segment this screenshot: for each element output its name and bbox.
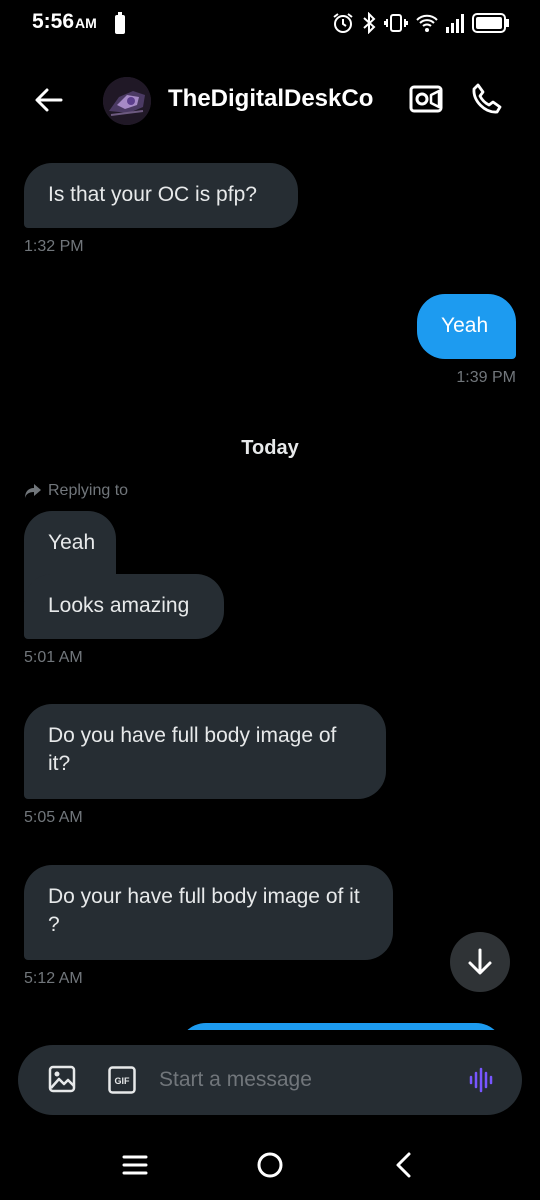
- quoted-text: Yeah: [48, 531, 96, 554]
- alarm-icon: [332, 12, 354, 34]
- vibrate-icon: [384, 12, 408, 34]
- received-message[interactable]: Is that your OC is pfp?: [24, 163, 298, 228]
- message-timestamp: 1:39 PM: [456, 369, 516, 386]
- message-timestamp: 5:12 AM: [24, 970, 83, 987]
- message-text: Do you have full body image of it?: [48, 724, 337, 775]
- message-text: Yeah: [441, 314, 489, 337]
- message-text: Looks amazing: [48, 594, 190, 617]
- image-icon[interactable]: [48, 1065, 76, 1093]
- message-timestamp: 5:01 AM: [24, 649, 83, 666]
- message-timestamp: 1:32 PM: [24, 238, 84, 255]
- received-message[interactable]: Do you have full body image of it?: [24, 704, 386, 799]
- home-icon[interactable]: [256, 1151, 284, 1179]
- video-call-icon[interactable]: [409, 84, 443, 114]
- phone-call-icon[interactable]: [470, 82, 502, 116]
- wifi-icon: [416, 13, 438, 33]
- contact-name[interactable]: TheDigitalDeskCo: [168, 85, 373, 113]
- back-arrow-icon[interactable]: [33, 84, 65, 116]
- message-text: Is that your OC is pfp?: [48, 183, 257, 206]
- battery-icon: [472, 13, 510, 33]
- arrow-down-icon: [467, 948, 493, 976]
- system-navigation-bar: [0, 1130, 540, 1200]
- battery-saver-icon: [115, 12, 125, 34]
- conversation-header: TheDigitalDeskCo: [0, 70, 540, 130]
- voice-message-icon[interactable]: [468, 1066, 496, 1094]
- message-text: Do your have full body image of it ?: [48, 885, 360, 936]
- reply-indicator: Replying to: [24, 482, 128, 500]
- message-timestamp: 5:05 AM: [24, 809, 83, 826]
- day-separator: Today: [241, 437, 299, 459]
- gif-label: GIF: [115, 1076, 131, 1086]
- bluetooth-icon: [362, 12, 376, 34]
- menu-icon[interactable]: [122, 1154, 148, 1176]
- received-message[interactable]: Looks amazing: [24, 574, 224, 639]
- reply-label: Replying to: [48, 482, 129, 499]
- scroll-to-bottom-button[interactable]: [450, 932, 510, 992]
- status-time: 5:56: [32, 10, 75, 33]
- status-bar: 5:56 AM: [0, 0, 540, 46]
- signal-icon: [446, 13, 464, 33]
- nav-back-icon[interactable]: [393, 1151, 415, 1179]
- reply-arrow-icon: [24, 483, 42, 499]
- received-message[interactable]: Do your have full body image of it ?: [24, 865, 393, 960]
- message-input[interactable]: [159, 1059, 449, 1101]
- message-composer: GIF: [18, 1045, 522, 1115]
- avatar[interactable]: [103, 77, 151, 125]
- status-ampm: AM: [75, 15, 97, 31]
- sent-message[interactable]: Yeah: [417, 294, 516, 359]
- gif-button[interactable]: GIF: [108, 1066, 136, 1094]
